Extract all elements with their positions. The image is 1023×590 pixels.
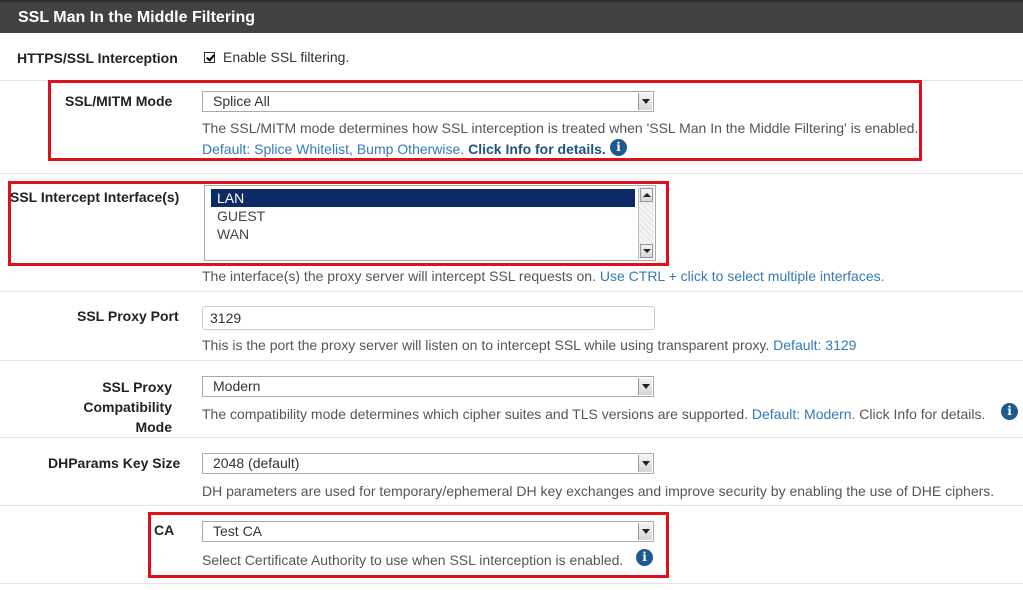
dhparams-label: DHParams Key Size (48, 455, 181, 471)
proxy-port-default: Default: 3129 (773, 337, 857, 353)
proxy-port-value: 3129 (210, 310, 242, 326)
highlight-box-mitm-mode (48, 80, 922, 161)
compat-help-tail: Click Info for details. (859, 406, 986, 422)
highlight-box-intercept-interfaces (8, 181, 669, 266)
compat-mode-select[interactable]: Modern (202, 376, 654, 397)
intercept-help-text: The interface(s) the proxy server will i… (202, 268, 596, 284)
row-dhparams: DHParams Key Size 2048 (default) DH para… (0, 438, 1023, 506)
enable-ssl-filtering-checkbox[interactable] (204, 52, 215, 63)
proxy-port-help: This is the port the proxy server will l… (202, 337, 856, 353)
chevron-down-icon (638, 378, 652, 395)
compat-default: Default: Modern. (751, 406, 856, 422)
compat-mode-value: Modern (213, 378, 261, 394)
compat-mode-label-line1: SSL Proxy Compatibility (83, 379, 172, 415)
info-icon[interactable]: i (1001, 403, 1018, 420)
compat-mode-label: SSL Proxy Compatibility Mode (20, 377, 172, 437)
dhparams-select[interactable]: 2048 (default) (202, 453, 654, 474)
proxy-port-input[interactable]: 3129 (202, 306, 655, 330)
chevron-down-icon (638, 455, 652, 472)
panel-title: SSL Man In the Middle Filtering (18, 9, 256, 26)
dhparams-value: 2048 (default) (213, 455, 300, 471)
proxy-port-help-text: This is the port the proxy server will l… (202, 337, 770, 353)
enable-ssl-filtering-label: Enable SSL filtering. (223, 49, 350, 65)
dhparams-help: DH parameters are used for temporary/eph… (202, 483, 995, 499)
row-compat-mode: SSL Proxy Compatibility Mode Modern The … (0, 361, 1023, 438)
intercept-interfaces-help: The interface(s) the proxy server will i… (202, 268, 885, 284)
compat-mode-help: The compatibility mode determines which … (202, 406, 985, 422)
compat-help-text: The compatibility mode determines which … (202, 406, 749, 422)
row-proxy-port: SSL Proxy Port 3129 This is the port the… (0, 292, 1023, 361)
panel-header: SSL Man In the Middle Filtering (0, 0, 1023, 33)
highlight-box-ca (148, 512, 669, 578)
row-https-interception: HTTPS/SSL Interception Enable SSL filter… (0, 33, 1023, 81)
https-interception-label: HTTPS/SSL Interception (17, 50, 178, 66)
proxy-port-label: SSL Proxy Port (77, 308, 179, 324)
intercept-help-link: Use CTRL + click to select multiple inte… (599, 268, 885, 284)
compat-mode-label-line2: Mode (135, 419, 172, 435)
